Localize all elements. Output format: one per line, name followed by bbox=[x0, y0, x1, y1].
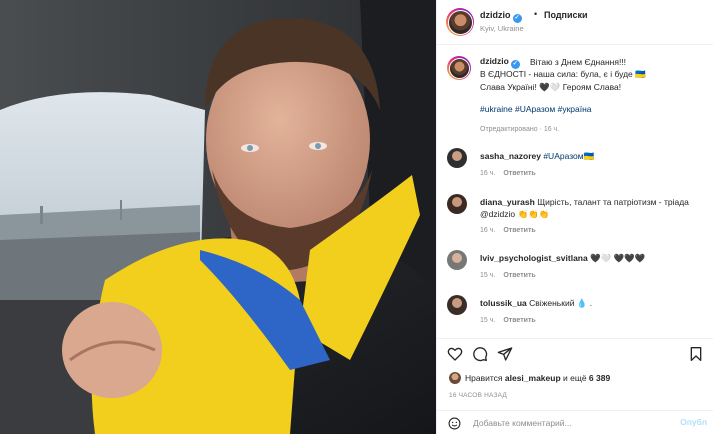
likes-count[interactable]: 6 389 bbox=[589, 373, 610, 383]
post-location[interactable]: Kyiv, Ukraine bbox=[480, 24, 524, 33]
add-comment-bar: Опубл bbox=[437, 410, 713, 434]
heart-icon[interactable] bbox=[447, 346, 463, 362]
comment-body: Свіженький 💧 . bbox=[529, 298, 593, 308]
header-separator: • bbox=[534, 9, 538, 19]
comment-username[interactable]: sasha_nazorey bbox=[480, 151, 541, 161]
reply-button[interactable]: Ответить bbox=[503, 227, 535, 234]
liker-avatar[interactable] bbox=[449, 372, 461, 384]
comment-input[interactable] bbox=[473, 416, 673, 430]
following-button[interactable]: Подписки bbox=[544, 10, 588, 20]
commenter-avatar[interactable] bbox=[447, 148, 467, 168]
comment-username[interactable]: diana_yurash bbox=[480, 197, 535, 207]
comment-text: tolussik_ua Свіженький 💧 . bbox=[480, 297, 705, 309]
instagram-post: dzidzio ✓ • Подписки Kyiv, Ukraine Вітаю … bbox=[0, 0, 713, 434]
verified-icon: ✓ bbox=[512, 14, 522, 23]
post-timestamp[interactable]: 16 ЧАСОВ НАЗАД bbox=[449, 392, 507, 399]
comment-meta: 15 ч. Ответить bbox=[480, 317, 536, 324]
bookmark-icon[interactable] bbox=[688, 346, 704, 362]
reply-button[interactable]: Ответить bbox=[503, 317, 535, 324]
liker-username[interactable]: alesi_makeup bbox=[505, 373, 561, 383]
comment-item: tolussik_ua Свіженький 💧 . 15 ч. Ответить bbox=[447, 295, 709, 335]
comment-time: 15 ч. bbox=[480, 272, 496, 279]
author-avatar[interactable] bbox=[446, 8, 474, 36]
comment-body: 🖤🤍 🖤🖤🖤 bbox=[590, 253, 646, 263]
comment-username[interactable]: lviv_psychologist_svitlana bbox=[480, 253, 588, 263]
comment-meta: 15 ч. Ответить bbox=[480, 272, 536, 279]
author-username[interactable]: dzidzio ✓ bbox=[480, 10, 522, 23]
selfie-image bbox=[0, 0, 436, 434]
likes-prefix: Нравится bbox=[465, 373, 505, 383]
comment-body[interactable]: #UAразом🇺🇦 bbox=[543, 151, 594, 161]
comment-username[interactable]: tolussik_ua bbox=[480, 298, 527, 308]
reply-button[interactable]: Ответить bbox=[503, 170, 535, 177]
comment-text: diana_yurash Щирість, талант та патріоти… bbox=[480, 196, 705, 220]
reply-button[interactable]: Ответить bbox=[503, 272, 535, 279]
comment-time: 15 ч. bbox=[480, 317, 496, 324]
comment-item: lviv_psychologist_svitlana 🖤🤍 🖤🖤🖤 15 ч. О… bbox=[447, 250, 709, 290]
caption-username-label[interactable]: dzidzio ✓ bbox=[480, 56, 520, 69]
emoji-icon[interactable] bbox=[448, 417, 461, 430]
share-icon[interactable] bbox=[497, 346, 513, 362]
comment-meta: 16 ч. Ответить bbox=[480, 170, 536, 177]
verified-icon: ✓ bbox=[510, 60, 520, 69]
caption-author-avatar[interactable] bbox=[447, 56, 471, 80]
post-sidebar: dzidzio ✓ • Подписки Kyiv, Ukraine Вітаю … bbox=[436, 0, 713, 434]
comment-time: 16 ч. bbox=[480, 170, 496, 177]
commenter-avatar[interactable] bbox=[447, 194, 467, 214]
comment-text: lviv_psychologist_svitlana 🖤🤍 🖤🖤🖤 bbox=[480, 252, 705, 264]
post-photo[interactable] bbox=[0, 0, 436, 434]
post-header: dzidzio ✓ • Подписки Kyiv, Ukraine bbox=[437, 0, 713, 45]
comment-item: diana_yurash Щирість, талант та патріоти… bbox=[447, 194, 709, 234]
caption-hashtags[interactable]: #ukraine #UAразом #україна bbox=[480, 104, 592, 114]
comment-meta: 16 ч. Ответить bbox=[480, 227, 536, 234]
comment-icon[interactable] bbox=[472, 346, 488, 362]
caption-meta: Отредактировано · 16 ч. bbox=[480, 126, 560, 133]
likes-middle: и ещё bbox=[560, 373, 589, 383]
comment-time: 16 ч. bbox=[480, 227, 496, 234]
comment-item: sasha_nazorey #UAразом🇺🇦 16 ч. Ответить bbox=[447, 148, 709, 188]
post-comment-button[interactable]: Опубл bbox=[680, 417, 707, 427]
comment-text: sasha_nazorey #UAразом🇺🇦 bbox=[480, 150, 705, 162]
commenter-avatar[interactable] bbox=[447, 295, 467, 315]
commenter-avatar[interactable] bbox=[447, 250, 467, 270]
